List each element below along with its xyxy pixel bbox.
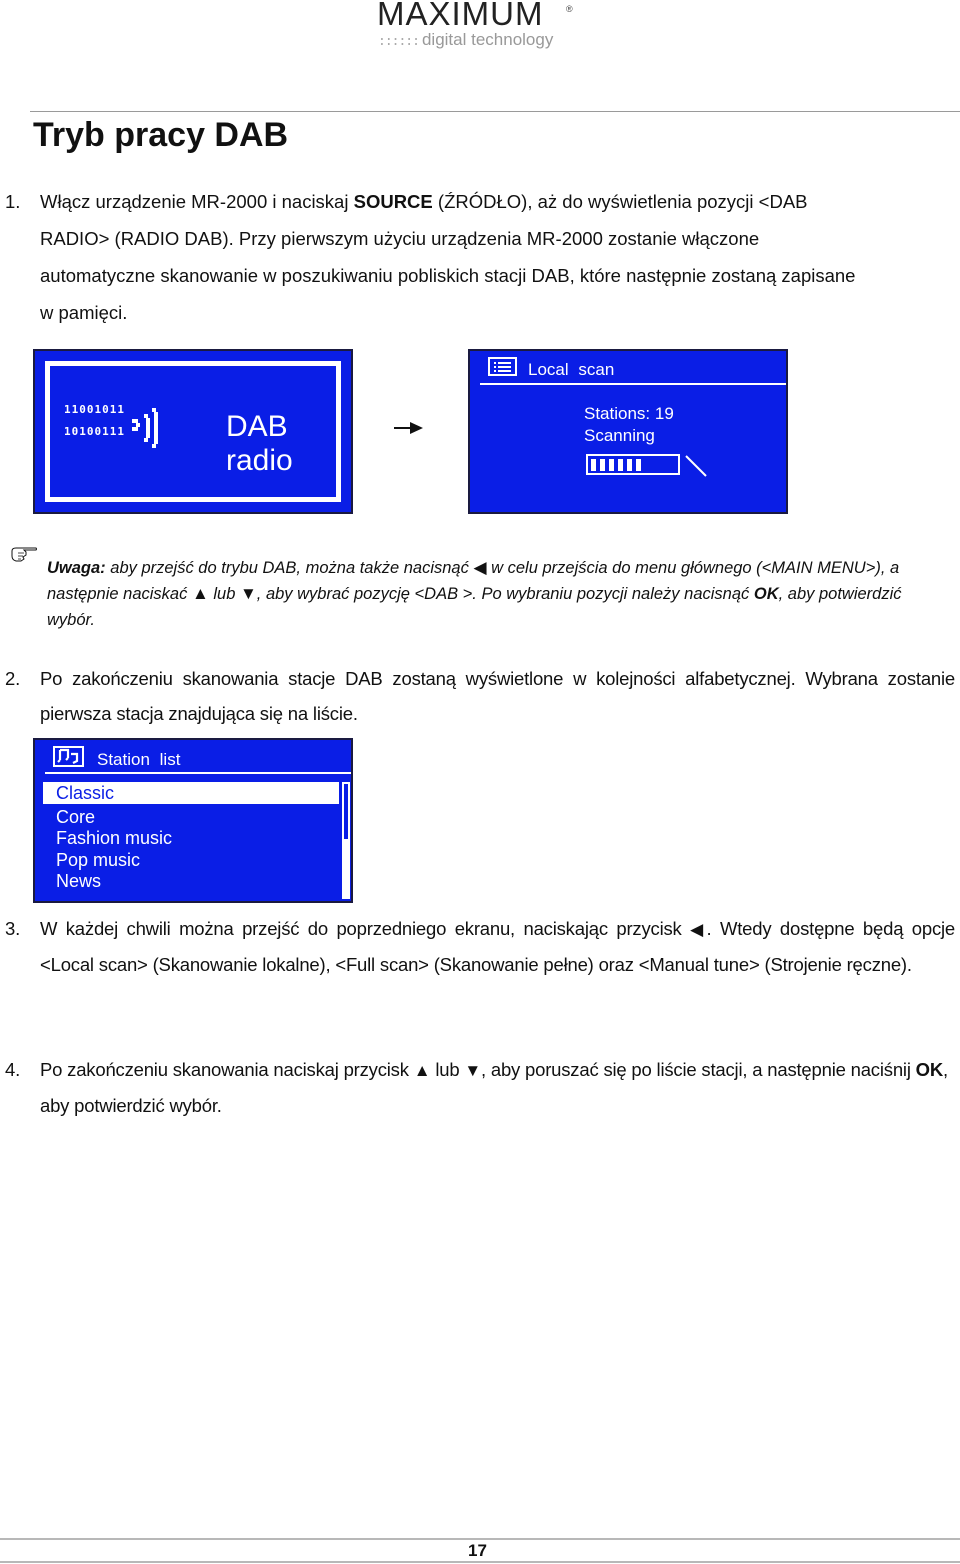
step-1-number: 1. xyxy=(5,191,21,212)
up-button-icon: ▲ xyxy=(413,1061,431,1080)
right-arrow-icon xyxy=(394,422,423,434)
progress-segment xyxy=(591,459,596,471)
scan-progress-bar xyxy=(586,454,680,475)
station-list-item[interactable]: Fashion music xyxy=(43,827,339,849)
footer-divider-top xyxy=(0,1538,960,1540)
ok-key: OK xyxy=(915,1059,944,1080)
music-note-icon xyxy=(53,746,84,767)
source-key: SOURCE xyxy=(353,191,433,212)
pointing-hand-icon xyxy=(11,547,37,562)
lcd-station-list-screen: Station list Classic Core Fashion music Pop… xyxy=(33,738,353,903)
header-divider xyxy=(30,111,960,112)
up-button-icon: ▲ xyxy=(191,584,209,603)
station-list-item[interactable]: Pop music xyxy=(43,849,339,871)
brand-tagline: :::::: digital technology xyxy=(378,30,554,49)
dab-bits-row-1: 11001011 xyxy=(64,403,125,416)
step-4-number: 4. xyxy=(5,1059,21,1080)
brand-name: MAXIMUM xyxy=(377,0,544,32)
station-list-item[interactable]: Core xyxy=(43,806,339,828)
list-menu-icon xyxy=(488,357,517,376)
ok-key: OK xyxy=(753,585,779,603)
progress-segment xyxy=(627,459,632,471)
left-button-icon: ◀ xyxy=(473,558,487,577)
lcd-inner-frame: 11001011 10100111 DAB radio xyxy=(45,361,341,502)
note-text: Uwaga: aby przejść do trybu DAB, można t… xyxy=(47,558,902,629)
step-3-text: W każdej chwili można przejść do poprzed… xyxy=(40,918,956,975)
scan-status: Scanning xyxy=(584,426,655,445)
station-list-scrollbar[interactable] xyxy=(342,782,350,899)
broadcast-signal-icon xyxy=(132,408,158,448)
step-4-text: Po zakończeniu skanowania naciskaj przyc… xyxy=(40,1059,948,1116)
registered-mark: ® xyxy=(566,4,573,14)
progress-segment xyxy=(618,459,623,471)
step-3-number: 3. xyxy=(5,918,21,939)
progress-segment xyxy=(636,459,641,471)
stations-count: Stations: 19 xyxy=(584,404,674,423)
station-list-item[interactable]: News xyxy=(43,870,339,892)
lcd-header-divider xyxy=(480,383,786,385)
step-1-text: Włącz urządzenie MR-2000 i naciskaj SOUR… xyxy=(40,191,856,323)
dab-bits-row-2: 10100111 xyxy=(64,425,125,438)
down-button-icon: ▼ xyxy=(464,1061,481,1080)
brand-dots-icon: :::::: xyxy=(378,34,420,49)
progress-segment xyxy=(609,459,614,471)
spinner-icon xyxy=(685,455,707,477)
page-number: 17 xyxy=(468,1541,487,1560)
lcd-header-divider xyxy=(45,772,351,774)
step-2-text: Po zakończeniu skanowania stacje DAB zos… xyxy=(40,668,955,724)
station-list-item[interactable]: Classic xyxy=(43,782,339,804)
dab-radio-label: DAB radio xyxy=(226,410,293,477)
local-scan-title: Local scan xyxy=(528,360,615,379)
progress-segment xyxy=(600,459,605,471)
left-button-icon: ◀ xyxy=(690,920,707,939)
down-button-icon: ▼ xyxy=(239,584,257,603)
lcd-dab-radio-screen: 11001011 10100111 DAB radio xyxy=(33,349,353,514)
note-label: Uwaga: xyxy=(47,559,106,577)
step-2-number: 2. xyxy=(5,668,21,689)
lcd-local-scan-screen: Local scan Stations: 19 Scanning xyxy=(468,349,788,514)
station-list-title: Station list xyxy=(97,750,181,769)
footer-divider-bottom xyxy=(0,1561,960,1563)
scrollbar-thumb[interactable] xyxy=(344,839,348,897)
page-title: Tryb pracy DAB xyxy=(33,116,289,154)
